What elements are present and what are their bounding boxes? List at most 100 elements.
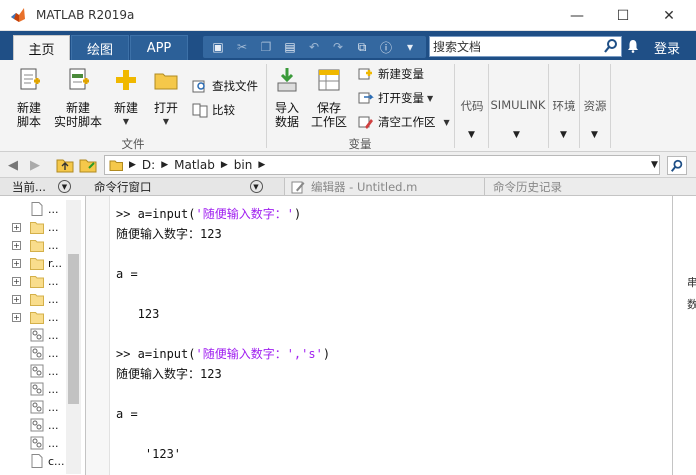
file-name: ... bbox=[48, 364, 59, 378]
new-script-label: 新建 脚本 bbox=[16, 101, 41, 129]
browse-folder-icon[interactable] bbox=[79, 157, 97, 173]
paste-icon[interactable]: ▤ bbox=[281, 39, 299, 55]
file-list-item[interactable]: +... bbox=[0, 236, 66, 254]
tab-plots[interactable]: 绘图 bbox=[71, 35, 129, 60]
redo-icon[interactable]: ↷ bbox=[329, 39, 347, 55]
copy-icon[interactable]: ❐ bbox=[257, 39, 275, 55]
tab-apps[interactable]: APP bbox=[130, 35, 188, 60]
command-window-header[interactable]: 命令行窗口 ▼ bbox=[86, 178, 284, 196]
path-segment[interactable]: bin bbox=[234, 158, 253, 172]
path-separator-icon[interactable]: ▶ bbox=[129, 160, 136, 170]
panel-menu-icon[interactable]: ▼ bbox=[249, 180, 263, 193]
minimize-button[interactable]: — bbox=[554, 0, 600, 31]
vertical-scrollbar[interactable] bbox=[66, 200, 81, 474]
chevron-down-icon[interactable]: ▼ bbox=[591, 130, 598, 140]
up-folder-icon[interactable] bbox=[56, 157, 74, 173]
code-group-button[interactable]: 代码 bbox=[456, 98, 488, 114]
expand-icon[interactable]: + bbox=[12, 312, 21, 322]
file-list-item[interactable]: ... bbox=[0, 434, 66, 452]
open-variable-button[interactable]: 打开变量 ▼ bbox=[358, 90, 433, 106]
path-history-dropdown-icon[interactable]: ▼ bbox=[651, 160, 658, 170]
save-workspace-button[interactable]: 保存 工作区 bbox=[309, 66, 349, 129]
folder-icon bbox=[30, 312, 44, 324]
file-list-item[interactable]: ... bbox=[0, 200, 66, 218]
history-tab-header[interactable]: 命令历史记录 bbox=[484, 178, 696, 196]
switch-windows-icon[interactable]: ⧉ bbox=[353, 39, 371, 55]
file-name: ... bbox=[48, 418, 59, 432]
qat-dropdown-icon[interactable]: ▾ bbox=[401, 39, 419, 55]
close-button[interactable]: ✕ bbox=[646, 0, 692, 31]
path-separator-icon[interactable]: ▶ bbox=[258, 160, 265, 170]
file-list-item[interactable]: +... bbox=[0, 218, 66, 236]
file-list-item[interactable]: ... bbox=[0, 362, 66, 380]
command-window-title: 命令行窗口 bbox=[94, 179, 152, 194]
dll-file-icon bbox=[30, 382, 44, 396]
expand-icon[interactable]: + bbox=[12, 258, 21, 268]
chevron-down-icon[interactable]: ▼ bbox=[560, 130, 567, 140]
file-name: ... bbox=[48, 436, 59, 450]
output-line: '123' bbox=[116, 447, 182, 461]
clear-workspace-button[interactable]: 清空工作区 ▼ bbox=[358, 114, 450, 130]
command-gutter bbox=[86, 196, 110, 475]
compare-label: 比较 bbox=[212, 103, 235, 117]
notification-bell-icon[interactable] bbox=[626, 39, 640, 53]
new-variable-button[interactable]: 新建变量 bbox=[358, 66, 424, 82]
resources-group-button[interactable]: 资源 bbox=[580, 98, 610, 114]
path-separator-icon[interactable]: ▶ bbox=[221, 160, 228, 170]
file-list-item[interactable]: +... bbox=[0, 272, 66, 290]
help-icon[interactable]: ⓘ bbox=[377, 39, 395, 55]
file-list-item[interactable]: +... bbox=[0, 290, 66, 308]
tab-home[interactable]: 主页 bbox=[13, 35, 70, 60]
search-input[interactable] bbox=[430, 37, 600, 56]
search-documentation[interactable] bbox=[429, 36, 622, 57]
save-icon[interactable]: ▣ bbox=[209, 39, 227, 55]
file-list-item[interactable]: ... bbox=[0, 416, 66, 434]
file-name: c... bbox=[48, 454, 65, 468]
open-menu-button[interactable]: 打开 ▼ bbox=[148, 66, 184, 129]
new-live-script-button[interactable]: 新建 实时脚本 bbox=[53, 66, 103, 129]
dll-file-icon bbox=[30, 400, 44, 414]
forward-arrow-icon[interactable]: ▶ bbox=[30, 158, 40, 173]
simulink-group-button[interactable]: SIMULINK bbox=[489, 98, 547, 112]
cut-icon[interactable]: ✂ bbox=[233, 39, 251, 55]
file-list-item[interactable]: c... bbox=[0, 452, 66, 470]
output-line: 随便输入数字：123 bbox=[116, 367, 222, 381]
new-menu-button[interactable]: 新建 ▼ bbox=[108, 66, 144, 129]
scrollbar-thumb[interactable] bbox=[68, 254, 79, 404]
path-search-button[interactable] bbox=[667, 156, 687, 175]
compare-button[interactable]: 比较 bbox=[192, 102, 235, 118]
file-list-item[interactable]: ... bbox=[0, 344, 66, 362]
environment-group-button[interactable]: 环境 bbox=[549, 98, 579, 114]
maximize-button[interactable]: ☐ bbox=[600, 0, 646, 31]
path-segment[interactable]: D: bbox=[142, 158, 155, 172]
undo-icon[interactable]: ↶ bbox=[305, 39, 323, 55]
command-window[interactable]: >> a=input('随便输入数字：') 随便输入数字：123 a = 123 … bbox=[86, 196, 672, 475]
file-list-item[interactable]: +... bbox=[0, 308, 66, 326]
file-list-item[interactable]: ... bbox=[0, 326, 66, 344]
expand-icon[interactable]: + bbox=[12, 240, 21, 250]
path-field[interactable]: ▶ D: ▶ Matlab ▶ bin ▶ bbox=[104, 155, 660, 175]
new-script-button[interactable]: 新建 脚本 bbox=[8, 66, 50, 129]
chevron-down-icon[interactable]: ▼ bbox=[513, 130, 520, 140]
quick-access-toolbar: ▣ ✂ ❐ ▤ ↶ ↷ ⧉ ⓘ ▾ bbox=[203, 36, 426, 58]
import-data-button[interactable]: 导入 数据 bbox=[270, 66, 304, 129]
panel-menu-icon[interactable]: ▼ bbox=[57, 180, 71, 193]
expand-icon[interactable]: + bbox=[12, 222, 21, 232]
current-folder-header[interactable]: 当前... ▼ bbox=[0, 178, 86, 196]
back-arrow-icon[interactable]: ◀ bbox=[8, 158, 18, 173]
file-list-item[interactable]: ... bbox=[0, 398, 66, 416]
command-line: >> a=input('随便输入数字：') bbox=[116, 207, 302, 221]
chevron-down-icon[interactable]: ▼ bbox=[468, 130, 475, 140]
find-files-button[interactable]: 查找文件 bbox=[192, 78, 258, 94]
expand-icon[interactable]: + bbox=[12, 294, 21, 304]
path-segment[interactable]: Matlab bbox=[174, 158, 215, 172]
file-list-item[interactable]: ... bbox=[0, 380, 66, 398]
path-separator-icon[interactable]: ▶ bbox=[161, 160, 168, 170]
file-list-item[interactable]: + r... bbox=[0, 254, 66, 272]
expand-icon[interactable]: + bbox=[12, 276, 21, 286]
search-icon[interactable] bbox=[603, 38, 619, 54]
chevron-down-icon: ▼ bbox=[443, 117, 450, 127]
editor-tab-header[interactable]: 编辑器 - Untitled.m bbox=[284, 178, 484, 196]
login-link[interactable]: 登录 bbox=[654, 38, 680, 57]
